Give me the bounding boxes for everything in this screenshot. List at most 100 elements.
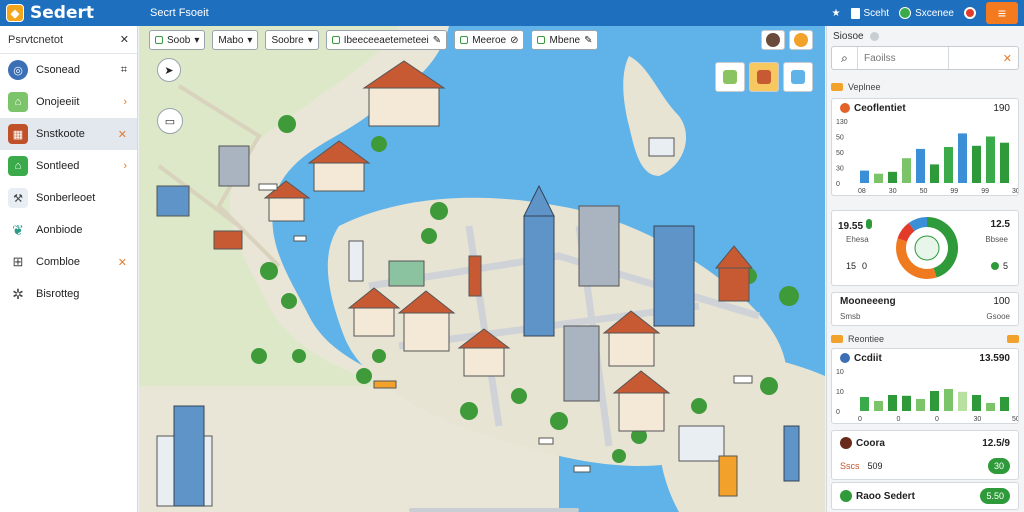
dropdown-icon: ▾ <box>307 34 313 46</box>
status-dot <box>990 262 999 270</box>
tools-icon: ⚒ <box>8 188 28 208</box>
menu-button[interactable]: ≡ <box>986 2 1018 24</box>
y-tick-label: 30 <box>836 166 844 173</box>
sidebar-item-label: Sonberleoet <box>36 192 96 204</box>
resource-card-1[interactable] <box>715 62 745 92</box>
pin-icon <box>840 353 850 363</box>
building-icon: ▦ <box>8 124 28 144</box>
app-logo[interactable]: ◆ Sedert <box>6 3 94 23</box>
bar <box>1000 142 1009 183</box>
sidebar-item-label: Combloe <box>36 256 81 268</box>
footer-card[interactable]: Raoo Sedert 5.50 <box>831 482 1019 510</box>
logo-icon: ◆ <box>6 4 24 22</box>
cabin-icon: ⌂ <box>8 156 28 176</box>
card-title-wrap: Ceoflentiet <box>840 103 906 114</box>
left-stat-b: 0 <box>862 261 868 271</box>
top-item-sceht[interactable]: Sceht <box>850 7 889 19</box>
sidebar-item-sontleed[interactable]: ⌂ Sontleed › <box>0 150 137 182</box>
sidebar-item-sonberleoet[interactable]: ⚒ Sonberleoet <box>0 182 137 214</box>
close-icon[interactable]: ✕ <box>120 33 129 46</box>
leaf-icon: ❦ <box>12 221 24 238</box>
panel-header: Siosoe <box>827 26 1024 46</box>
app-title: Sedert <box>30 3 94 23</box>
right-stat: 5 <box>1002 261 1008 271</box>
toolbar-button-mbene[interactable]: Mbene ✎ <box>531 30 599 50</box>
sidebar-item-csonead[interactable]: ◎ Csonead ⌗ <box>0 54 137 86</box>
sidebar-item-label: Bisrotteg <box>36 288 80 300</box>
crate-icon <box>723 70 737 84</box>
bar <box>874 401 883 411</box>
bar <box>972 145 981 183</box>
toolbar-button-mabo[interactable]: Mabo ▾ <box>212 30 259 50</box>
left-value: 19.55 <box>838 221 864 232</box>
toolbar-button-meeroe[interactable]: Meeroe ⊘ <box>454 30 525 50</box>
x-tick-label: 30 <box>974 416 982 423</box>
donut-chart <box>896 217 958 279</box>
top-item-sxcenee[interactable]: Sxcenee <box>899 7 954 19</box>
tag-icon <box>831 335 843 343</box>
card-header: Ccdiit 13.590 <box>832 349 1018 367</box>
house-icon: ⌂ <box>8 92 28 112</box>
sidebar-item-onojeeiit[interactable]: ⌂ Onojeeiit › <box>0 86 137 118</box>
stats-card-bars[interactable]: Ceoflentiet 190 130 50 50 30 0 08 30 50 99 99 30 <box>831 98 1020 196</box>
chevron-right-icon: › <box>123 96 127 108</box>
gold-card[interactable] <box>789 30 813 50</box>
profile-card[interactable] <box>761 30 785 50</box>
coora-sub: Sscs 509 <box>840 461 883 471</box>
section-title: Reontiee <box>848 334 885 344</box>
sidebar-item-snstkoote[interactable]: ▦ Snstkoote ✕ <box>0 118 137 150</box>
y-tick-label: 10 <box>836 369 844 376</box>
map-scrollbar[interactable] <box>409 508 579 512</box>
resource-card-2[interactable] <box>749 62 779 92</box>
resource-card-3[interactable] <box>783 62 813 92</box>
stats-card-donut[interactable]: 19.55 Ehesa 15 0 12.5 Bbsee 5 <box>831 210 1019 286</box>
sidebar-item-aonbiode[interactable]: ❦ Aonbiode <box>0 214 137 246</box>
footer-title: Raoo Sedert <box>856 490 915 502</box>
coora-pill[interactable]: 30 <box>987 458 1010 474</box>
coora-sub-a: Sscs <box>840 461 860 471</box>
bar <box>874 173 883 183</box>
clear-icon[interactable]: ✕ <box>1003 52 1012 65</box>
x-tick-label: 0 <box>858 416 862 423</box>
sidebar-item-label: Onojeeiit <box>36 96 80 108</box>
pin-icon <box>840 103 850 113</box>
card-title: Ccdiit <box>854 352 882 364</box>
avatar <box>766 33 780 47</box>
coora-card[interactable]: Coora 12.5/9 Sscs 509 30 <box>831 430 1019 480</box>
card-icon <box>850 7 860 19</box>
coora-value: 12.5/9 <box>982 437 1010 449</box>
toolbar-button-soobre[interactable]: Soobre ▾ <box>265 30 319 50</box>
person-icon[interactable] <box>964 7 976 19</box>
donut-slice <box>897 222 915 242</box>
info-icon[interactable] <box>869 31 879 41</box>
footer-pill[interactable]: 5.50 <box>980 488 1010 504</box>
island-north <box>623 56 687 176</box>
tag-icon <box>1007 335 1019 343</box>
sidebar-item-bisrotteg[interactable]: ✲ Bisrotteg <box>0 278 137 310</box>
coora-sub-b: 509 <box>867 461 883 471</box>
star-icon[interactable]: ★ <box>832 8 841 19</box>
sidebar-item-label: Csonead <box>36 64 81 76</box>
top-bar: ◆ Sedert Secrt Fsoeit ★ Sceht Sxcenee ≡ <box>0 0 1024 26</box>
globe-icon: ◎ <box>8 60 28 80</box>
search-input[interactable] <box>858 52 922 64</box>
search-field[interactable]: ⌕ ✕ <box>831 46 1019 70</box>
coora-title-wrap: Coora <box>840 437 885 449</box>
stats-card-bars-2[interactable]: Ccdiit 13.590 10 10 0 0 0 0 30 50 <box>831 348 1020 424</box>
top-tab[interactable]: Secrt Fsoeit <box>150 7 209 19</box>
section-header-reontiee: Reontiee <box>831 332 1019 346</box>
card-title-wrap: Ccdiit <box>840 353 882 364</box>
sidebar-header: Psrvtcnetot ✕ <box>0 26 137 54</box>
donut-slice <box>908 217 928 232</box>
toolbar-button-soob[interactable]: Soob ▾ <box>149 30 206 50</box>
check-icon <box>155 36 163 44</box>
y-tick-label: 130 <box>836 119 848 126</box>
map-view[interactable]: Soob ▾ Mabo ▾ Soobre ▾ Ibeeceeaetemeteei ✎ M… <box>139 26 825 512</box>
top-item-label: Sxcenee <box>915 7 954 19</box>
summary-card[interactable]: Mooneeeng 100 Smsb Gsooe <box>831 292 1019 326</box>
bar-chart-2: 10 10 0 0 0 0 30 50 <box>836 369 1020 423</box>
toolbar-button-ibeeceeaetemeteei[interactable]: Ibeeceeaetemeteei ✎ <box>325 30 448 50</box>
layers-button[interactable]: ▭ <box>157 108 183 134</box>
navigate-arrow-button[interactable]: ➤ <box>157 58 181 82</box>
sidebar-item-combloe[interactable]: ⊞ Combloe ✕ <box>0 246 137 278</box>
